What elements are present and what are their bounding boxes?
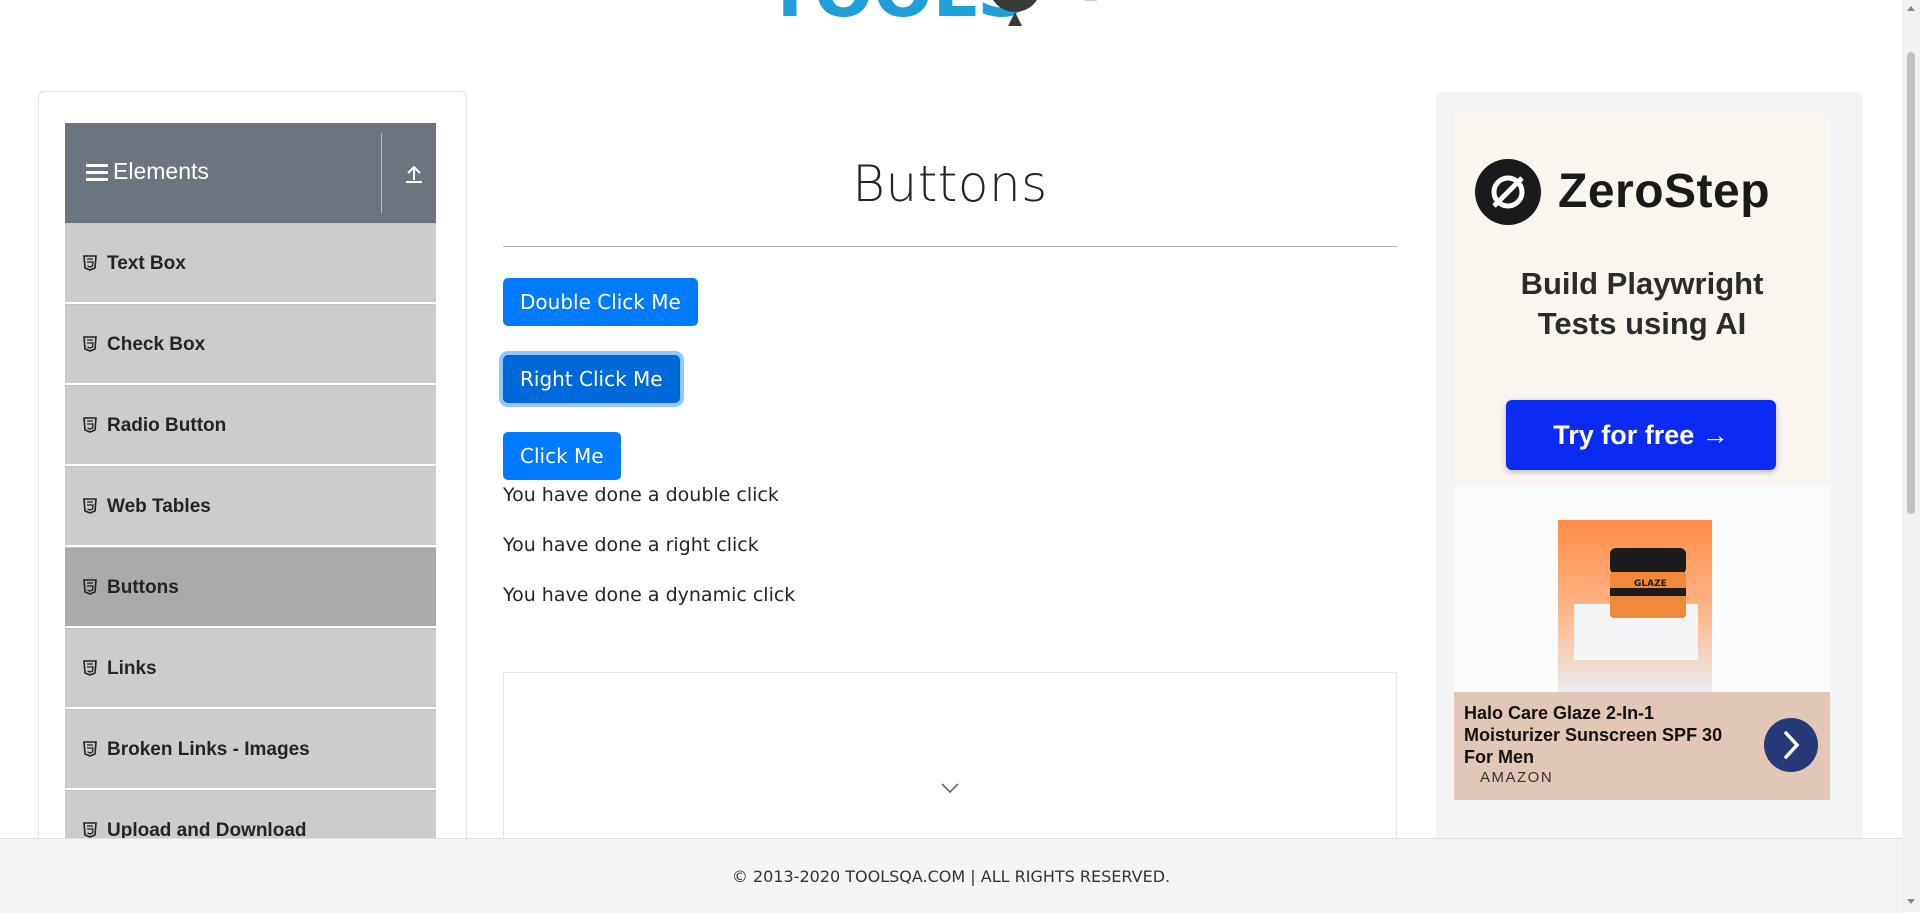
product-ad[interactable]: GLAZE Halo Care Glaze 2-In-1 Moisturizer… [1454,486,1830,800]
chevron-right-icon [1784,731,1800,759]
right-click-message: You have done a right click [503,534,759,556]
sidebar-item-text-box[interactable]: Text Box [65,223,436,302]
html5-icon [83,579,97,595]
scroll-down-arrow-icon[interactable] [1906,898,1916,906]
chevron-down-icon[interactable] [939,781,961,795]
collapse-arrow-icon[interactable] [403,163,425,185]
toolsqa-logo[interactable]: TOOLS QA [760,0,1160,50]
footer-copyright: © 2013-2020 TOOLSQA.COM | ALL RIGHTS RES… [731,867,1171,886]
sidebar-item-web-tables[interactable]: Web Tables [65,466,436,545]
header-divider [381,133,382,213]
sidebar-item-radio-button[interactable]: Radio Button [65,385,436,464]
hamburger-icon [86,164,108,182]
scrollbar-thumb[interactable] [1907,52,1915,514]
product-source: AMAZON [1480,769,1554,786]
product-info-bar[interactable]: Halo Care Glaze 2-In-1 Moisturizer Sunsc… [1454,692,1830,800]
product-name: Halo Care Glaze 2-In-1 Moisturizer Sunsc… [1464,703,1723,767]
sidebar-item-label: Radio Button [107,415,227,436]
footer: © 2013-2020 TOOLSQA.COM | ALL RIGHTS RES… [0,838,1902,913]
logo-text-tools: TOOLS [766,0,1028,33]
sidebar-item-label: Links [107,658,157,679]
html5-icon [83,417,97,433]
jar-label: GLAZE [1634,579,1667,589]
sidebar-item-links[interactable]: Links [65,628,436,707]
html5-icon [83,822,97,838]
ad-placeholder-box [503,672,1397,844]
next-arrow-button[interactable] [1764,718,1818,772]
sidebar-item-broken-links-images[interactable]: Broken Links - Images [65,709,436,788]
ad-brand: ZeroStep [1558,165,1771,218]
html5-icon [83,498,97,514]
sidebar-item-label: Web Tables [107,496,211,517]
sidebar-item-label: Buttons [107,577,179,598]
try-for-free-button[interactable]: Try for free → [1506,400,1776,470]
sidebar-menu: Text Box Check Box Radio Button Web Tabl… [65,223,436,871]
click-me-button[interactable]: Click Me [503,432,621,480]
sidebar-item-label: Check Box [107,334,206,355]
moisturizer-jar-icon: GLAZE [1610,548,1686,618]
right-click-button[interactable]: Right Click Me [503,355,680,403]
sidebar-item-check-box[interactable]: Check Box [65,304,436,383]
ad-tagline-line2: Tests using AI [1537,306,1747,341]
double-click-button[interactable]: Double Click Me [503,278,698,326]
group-title: Elements [113,158,209,184]
html5-icon [83,255,97,271]
html5-icon [83,741,97,757]
page-title: Buttons [852,155,1048,213]
html5-icon [83,336,97,352]
sidebar-item-label: Broken Links - Images [107,739,310,760]
left-panel: Elements Text Box Check Box Radio Button… [38,91,467,869]
sidebar-item-label: Text Box [107,253,186,274]
html5-icon [83,660,97,676]
sidebar-item-buttons[interactable]: Buttons [65,547,436,626]
zerostep-ad[interactable]: ZeroStep Build Playwright Tests using AI… [1454,114,1830,486]
elements-group-header[interactable]: Elements [65,123,436,223]
dynamic-click-message: You have done a dynamic click [503,584,796,606]
ad-tagline: Build Playwright Tests using AI [1454,264,1830,344]
ad-tagline-line1: Build Playwright [1520,266,1764,301]
scroll-up-arrow-icon[interactable] [1906,4,1916,12]
page-scrollbar[interactable] [1902,0,1920,912]
double-click-message: You have done a double click [503,484,779,506]
title-divider [503,246,1397,247]
logo-text-qa: QA [1045,0,1159,7]
right-ad-panel: ZeroStep Build Playwright Tests using AI… [1436,92,1863,852]
zerostep-logo-icon [1475,159,1541,225]
